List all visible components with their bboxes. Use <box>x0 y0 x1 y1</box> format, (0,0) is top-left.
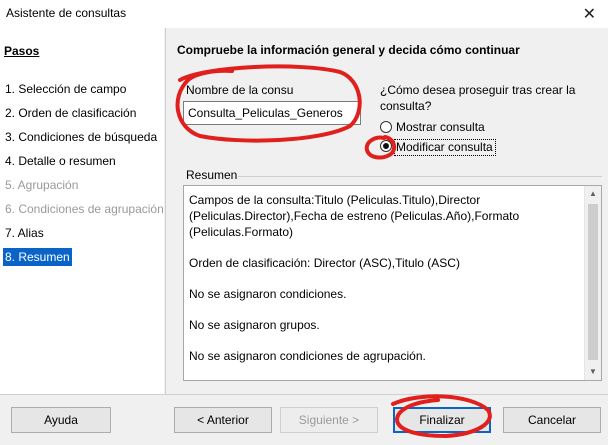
step-aliases[interactable]: 7. Alias <box>3 224 46 242</box>
help-button[interactable]: Ayuda <box>11 407 111 433</box>
summary-group-conditions: No se asignaron condiciones de agrupació… <box>189 349 426 363</box>
scroll-down-arrow-icon[interactable]: ▼ <box>585 364 601 380</box>
summary-textarea[interactable]: Campos de la consulta:Titulo (Peliculas.… <box>183 185 602 381</box>
step-grouping: 5. Agrupación <box>5 178 79 192</box>
query-name-field[interactable]: Consulta_Peliculas_Generos <box>183 101 361 125</box>
summary-label: Resumen <box>186 168 238 182</box>
vertical-scrollbar[interactable]: ▲ ▼ <box>584 186 601 380</box>
summary-separator <box>238 176 602 177</box>
title-bar: Asistente de consultas ✕ <box>0 0 608 28</box>
sidebar-divider <box>165 28 166 394</box>
next-button: Siguiente > <box>280 407 378 433</box>
step-overview[interactable]: 8. Resumen <box>3 248 72 266</box>
steps-sidebar: Pasos 1. Selección de campo 2. Orden de … <box>0 28 164 394</box>
step-grouping-conditions: 6. Condiciones de agrupación <box>5 202 164 216</box>
summary-sort: Orden de clasificación: Director (ASC),T… <box>189 256 460 270</box>
query-name-label: Nombre de la consu <box>186 83 294 97</box>
scrollbar-thumb[interactable] <box>588 204 598 360</box>
option-modify-query[interactable]: Modificar consulta <box>396 140 493 154</box>
step-field-selection[interactable]: 1. Selección de campo <box>3 80 128 98</box>
step-search-conditions[interactable]: 3. Condiciones de búsqueda <box>3 128 159 146</box>
summary-conditions: No se asignaron condiciones. <box>189 287 347 301</box>
button-bar-divider <box>0 394 608 395</box>
scroll-up-arrow-icon[interactable]: ▲ <box>585 186 601 202</box>
step-sort-order[interactable]: 2. Orden de clasificación <box>3 104 138 122</box>
steps-heading: Pasos <box>4 44 40 58</box>
page-title: Compruebe la información general y decid… <box>177 43 520 57</box>
proceed-question-line2: consulta? <box>380 99 432 113</box>
finish-button[interactable]: Finalizar <box>393 407 491 433</box>
radio-button-icon[interactable] <box>380 140 392 152</box>
summary-fields: Campos de la consulta:Titulo (Peliculas.… <box>189 193 520 239</box>
window-title: Asistente de consultas <box>6 6 127 20</box>
previous-button[interactable]: < Anterior <box>174 407 272 433</box>
radio-button-icon[interactable] <box>380 121 392 133</box>
option-show-query[interactable]: Mostrar consulta <box>396 120 485 134</box>
step-detail-summary[interactable]: 4. Detalle o resumen <box>3 152 118 170</box>
summary-groups: No se asignaron grupos. <box>189 318 320 332</box>
close-icon[interactable]: ✕ <box>583 4 596 24</box>
proceed-question-line1: ¿Cómo desea proseguir tras crear la <box>380 83 576 97</box>
cancel-button[interactable]: Cancelar <box>503 407 601 433</box>
